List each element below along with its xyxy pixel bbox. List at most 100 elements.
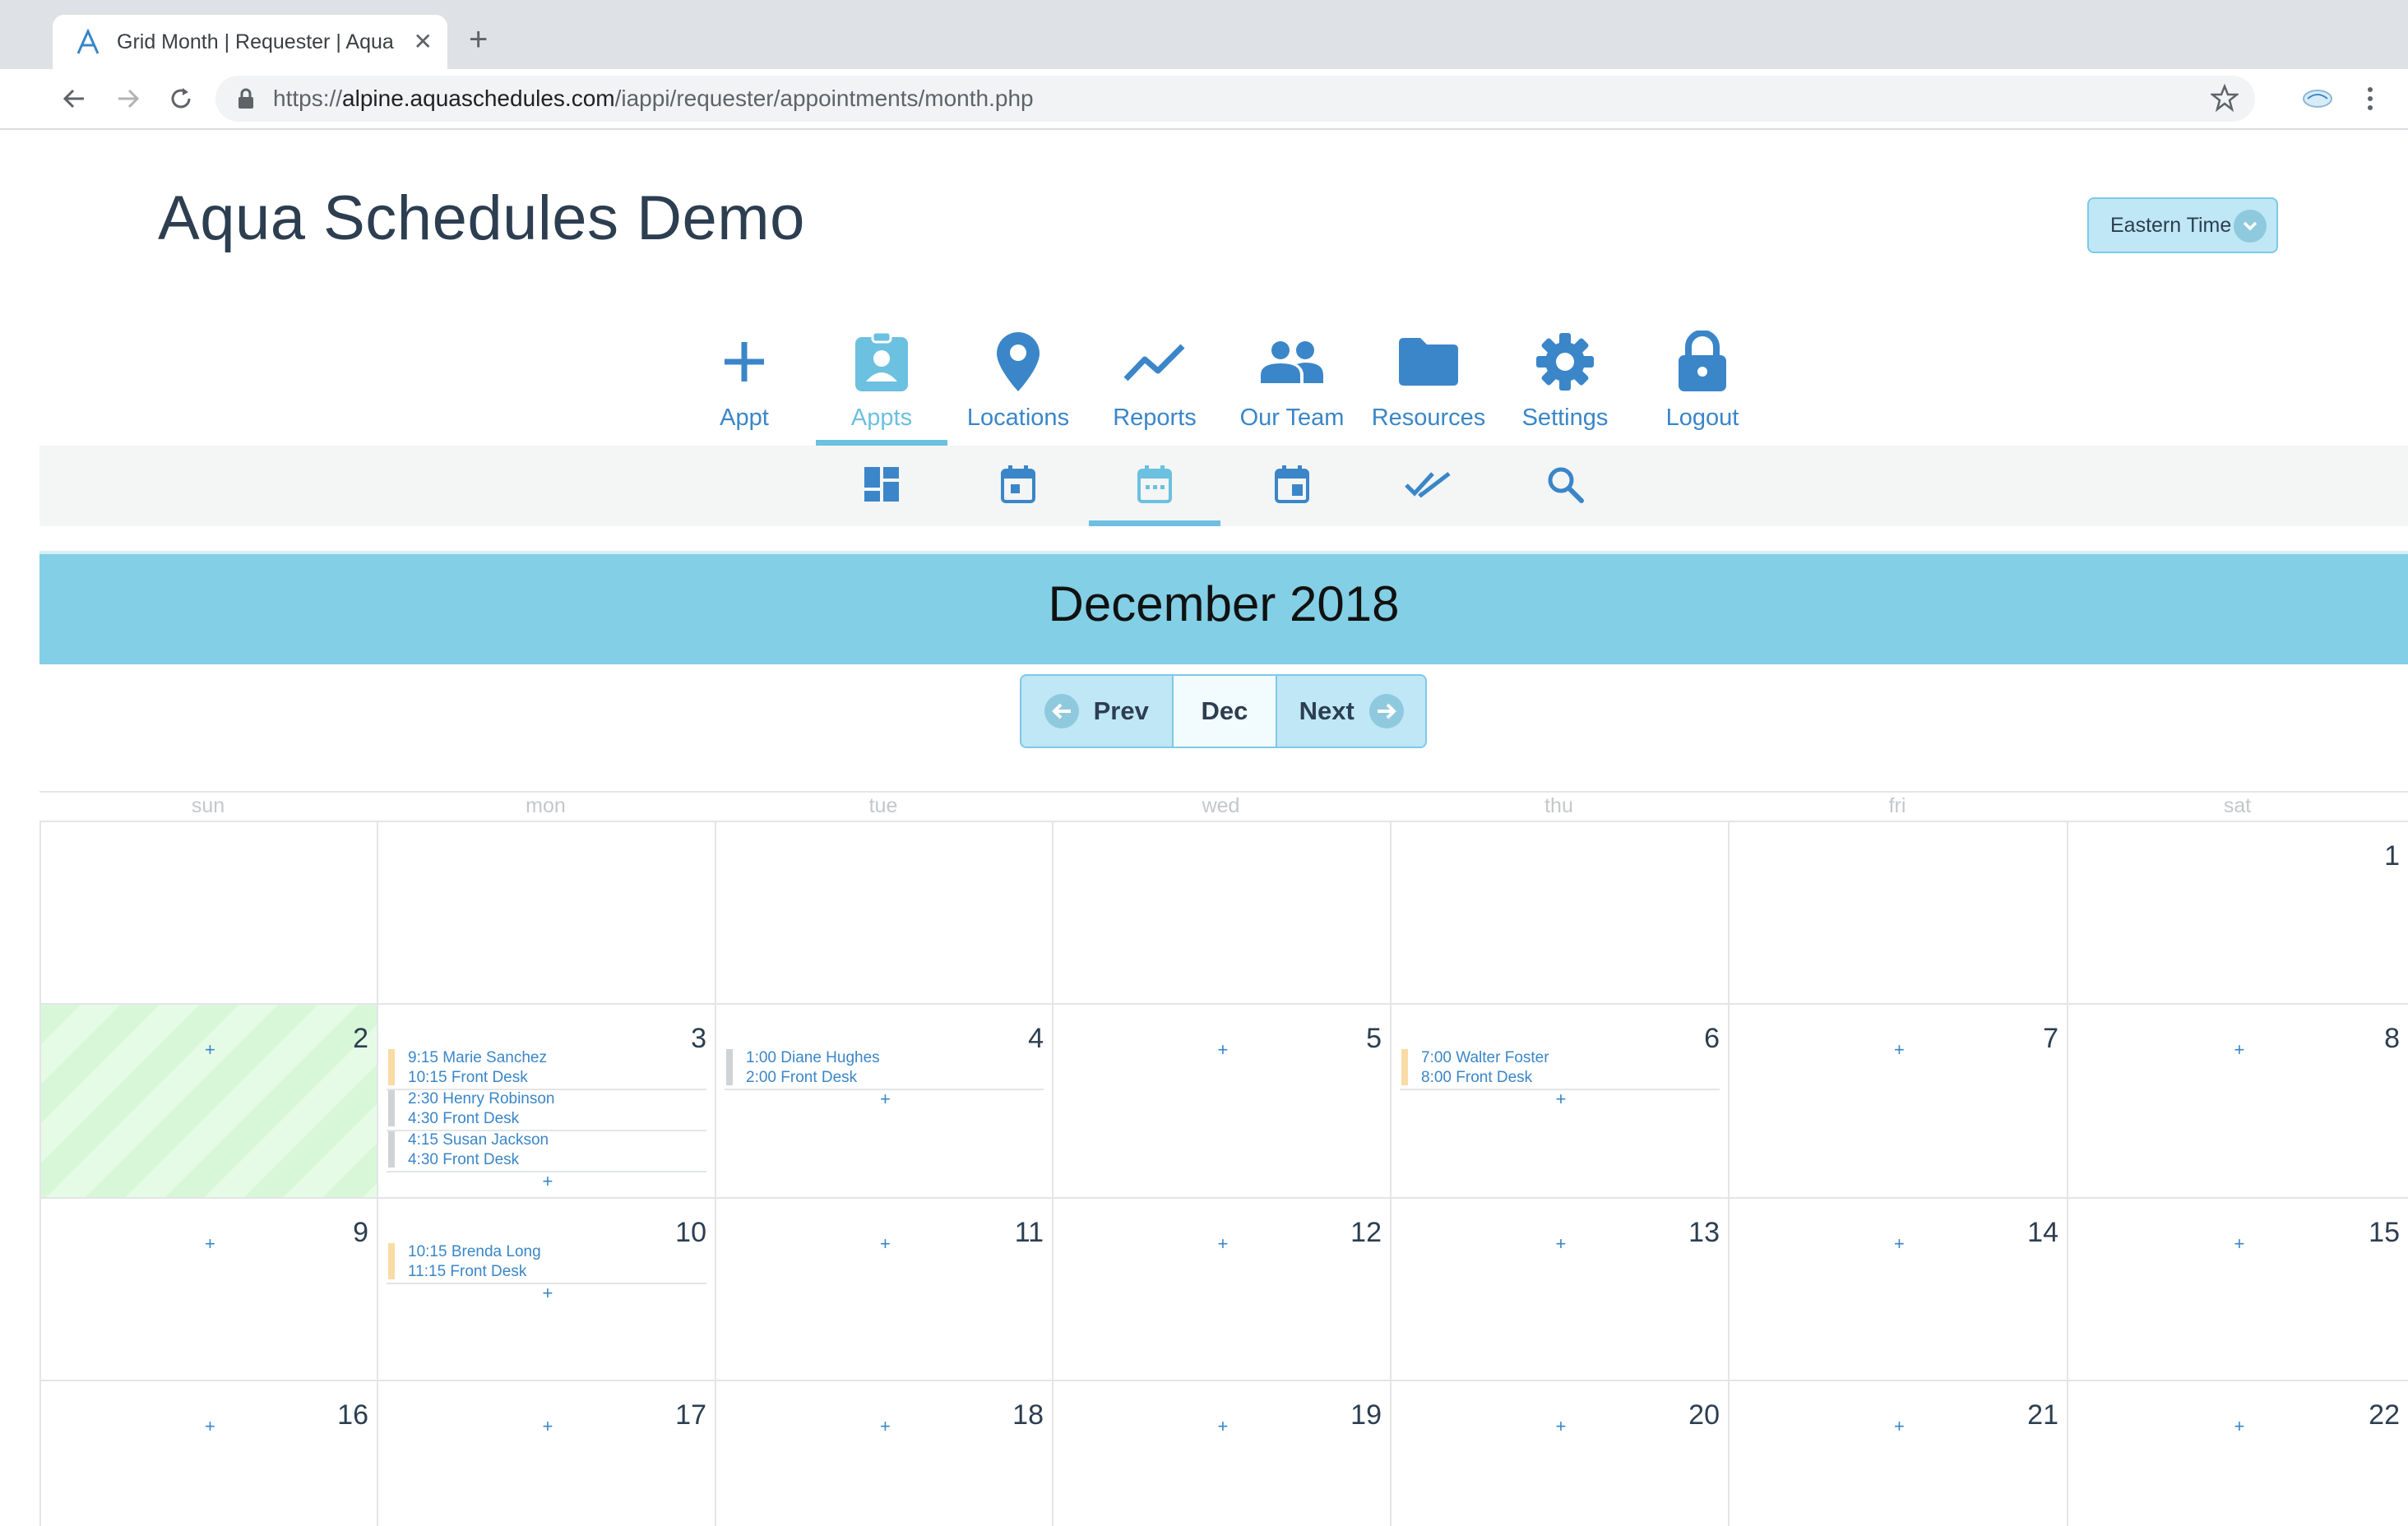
day-cell-12[interactable]: 12 + xyxy=(1052,1197,1390,1380)
add-appointment-button[interactable]: + xyxy=(543,1417,553,1436)
address-bar[interactable]: https://alpine.aquaschedules.com/iappi/r… xyxy=(215,76,2255,122)
sub-nav-week[interactable] xyxy=(1226,446,1358,526)
sub-nav-dashboard[interactable] xyxy=(816,446,947,526)
timezone-select[interactable]: Eastern Time xyxy=(2087,197,2278,253)
day-cell-18[interactable]: 18 + xyxy=(715,1380,1052,1526)
day-cell-17[interactable]: 17 + xyxy=(377,1380,715,1526)
day-cell-6[interactable]: 6 7:00 Walter Foster 8:00 Front Desk + xyxy=(1390,1003,1728,1197)
nav-settings[interactable]: Settings xyxy=(1499,329,1631,446)
add-appointment-button[interactable]: + xyxy=(205,1041,215,1059)
day-cell-9[interactable]: 9 + xyxy=(39,1197,377,1380)
prev-label: Prev xyxy=(1093,696,1149,725)
day-cell-3[interactable]: 3 9:15 Marie Sanchez 10:15 Front Desk 2:30 … xyxy=(377,1003,715,1197)
day-number: 12 xyxy=(1350,1217,1382,1248)
url-host: alpine.aquaschedules.com xyxy=(342,86,615,111)
add-appointment-button[interactable]: + xyxy=(543,1172,553,1191)
active-indicator xyxy=(1089,520,1220,526)
nav-reports[interactable]: Reports xyxy=(1089,329,1220,446)
day-cell-empty xyxy=(1052,821,1390,1003)
prev-month-button[interactable]: Prev xyxy=(1021,676,1172,747)
back-arrow-icon[interactable] xyxy=(58,82,90,115)
appointment-client: 10:15 Brenda Long xyxy=(408,1243,541,1260)
add-appointment-button[interactable]: + xyxy=(1218,1235,1229,1253)
sub-nav-month[interactable] xyxy=(1089,446,1220,526)
current-month-button[interactable]: Dec xyxy=(1171,676,1278,747)
sub-nav-approvals[interactable] xyxy=(1363,446,1494,526)
weekday-header-tue: tue xyxy=(868,794,898,817)
tab-title: Grid Month | Requester | Aqua xyxy=(117,30,394,53)
appointment-item[interactable]: 7:00 Walter Foster 8:00 Front Desk xyxy=(1400,1047,1720,1090)
add-appointment-button[interactable]: + xyxy=(1556,1417,1567,1436)
browser-menu-icon[interactable] xyxy=(2360,82,2380,115)
folder-icon xyxy=(1396,329,1461,395)
nav-appts[interactable]: Appts xyxy=(816,329,947,446)
day-number: 13 xyxy=(1688,1217,1720,1248)
extension-icon[interactable] xyxy=(2301,84,2334,113)
day-number: 8 xyxy=(2384,1023,2400,1054)
add-appointment-button[interactable]: + xyxy=(2234,1041,2245,1059)
lock-icon xyxy=(237,88,258,109)
appointment-location: 4:30 Front Desk xyxy=(408,1151,520,1168)
bookmark-star-icon[interactable] xyxy=(2209,83,2240,116)
add-appointment-button[interactable]: + xyxy=(2234,1235,2245,1253)
day-cell-15[interactable]: 15 + xyxy=(2067,1197,2408,1380)
appointment-status-flag xyxy=(388,1049,395,1085)
appointment-status-flag xyxy=(388,1131,395,1168)
plus-icon xyxy=(711,329,777,395)
add-appointment-button[interactable]: + xyxy=(1556,1235,1567,1253)
add-appointment-button[interactable]: + xyxy=(1894,1417,1905,1436)
clipboard-person-icon xyxy=(849,329,915,395)
nav-our-team[interactable]: Our Team xyxy=(1226,329,1358,446)
day-cell-4[interactable]: 4 1:00 Diane Hughes 2:00 Front Desk + xyxy=(715,1003,1052,1197)
day-number: 9 xyxy=(353,1217,368,1248)
appointment-item[interactable]: 4:15 Susan Jackson 4:30 Front Desk xyxy=(387,1130,706,1172)
day-cell-14[interactable]: 14 + xyxy=(1728,1197,2067,1380)
day-cell-22[interactable]: 22 + xyxy=(2067,1380,2408,1526)
day-number: 17 xyxy=(675,1399,706,1431)
add-appointment-button[interactable]: + xyxy=(880,1417,891,1436)
nav-resources[interactable]: Resources xyxy=(1363,329,1494,446)
day-cell-2[interactable]: 2 + xyxy=(39,1003,377,1197)
day-cell-10[interactable]: 10 10:15 Brenda Long 11:15 Front Desk + xyxy=(377,1197,715,1380)
add-appointment-button[interactable]: + xyxy=(880,1235,891,1253)
day-cell-13[interactable]: 13 + xyxy=(1390,1197,1728,1380)
add-appointment-button[interactable]: + xyxy=(1218,1417,1229,1436)
appointment-client: 7:00 Walter Foster xyxy=(1421,1049,1549,1066)
add-appointment-button[interactable]: + xyxy=(1894,1235,1905,1253)
next-month-button[interactable]: Next xyxy=(1277,676,1425,747)
day-cell-20[interactable]: 20 + xyxy=(1390,1380,1728,1526)
nav-appt[interactable]: Appt xyxy=(678,329,810,446)
day-cell-11[interactable]: 11 + xyxy=(715,1197,1052,1380)
add-appointment-button[interactable]: + xyxy=(543,1284,553,1302)
appointment-item[interactable]: 1:00 Diane Hughes 2:00 Front Desk xyxy=(725,1047,1044,1090)
nav-label: Appts xyxy=(850,405,913,431)
add-appointment-button[interactable]: + xyxy=(880,1090,891,1108)
add-appointment-button[interactable]: + xyxy=(1894,1041,1905,1059)
browser-tab[interactable]: Grid Month | Requester | Aqua ✕ xyxy=(53,15,447,69)
sub-nav-day[interactable] xyxy=(952,446,1084,526)
appointment-item[interactable]: 10:15 Brenda Long 11:15 Front Desk xyxy=(387,1242,706,1284)
add-appointment-button[interactable]: + xyxy=(2234,1417,2245,1436)
timezone-label: Eastern Time xyxy=(2110,213,2232,237)
add-appointment-button[interactable]: + xyxy=(205,1235,215,1253)
day-cell-16[interactable]: 16 + xyxy=(39,1380,377,1526)
day-cell-1[interactable]: 1 xyxy=(2067,821,2408,1003)
day-cell-7[interactable]: 7 + xyxy=(1728,1003,2067,1197)
new-tab-icon[interactable]: + xyxy=(469,23,488,56)
day-cell-8[interactable]: 8 + xyxy=(2067,1003,2408,1197)
add-appointment-button[interactable]: + xyxy=(1218,1041,1229,1059)
appointment-item[interactable]: 9:15 Marie Sanchez 10:15 Front Desk xyxy=(387,1047,706,1090)
add-appointment-button[interactable]: + xyxy=(1556,1090,1567,1108)
day-cell-21[interactable]: 21 + xyxy=(1728,1380,2067,1526)
add-appointment-button[interactable]: + xyxy=(205,1417,215,1436)
close-tab-icon[interactable]: ✕ xyxy=(414,28,433,56)
nav-logout[interactable]: Logout xyxy=(1637,329,1768,446)
appointment-item[interactable]: 2:30 Henry Robinson 4:30 Front Desk xyxy=(387,1089,706,1131)
reload-icon[interactable] xyxy=(164,82,197,115)
nav-locations[interactable]: Locations xyxy=(952,329,1084,446)
day-cell-5[interactable]: 5 + xyxy=(1052,1003,1390,1197)
sub-nav-search[interactable] xyxy=(1499,446,1631,526)
day-cell-19[interactable]: 19 + xyxy=(1052,1380,1390,1526)
appointment-location: 2:00 Front Desk xyxy=(746,1069,858,1086)
forward-arrow-icon[interactable] xyxy=(112,82,145,115)
